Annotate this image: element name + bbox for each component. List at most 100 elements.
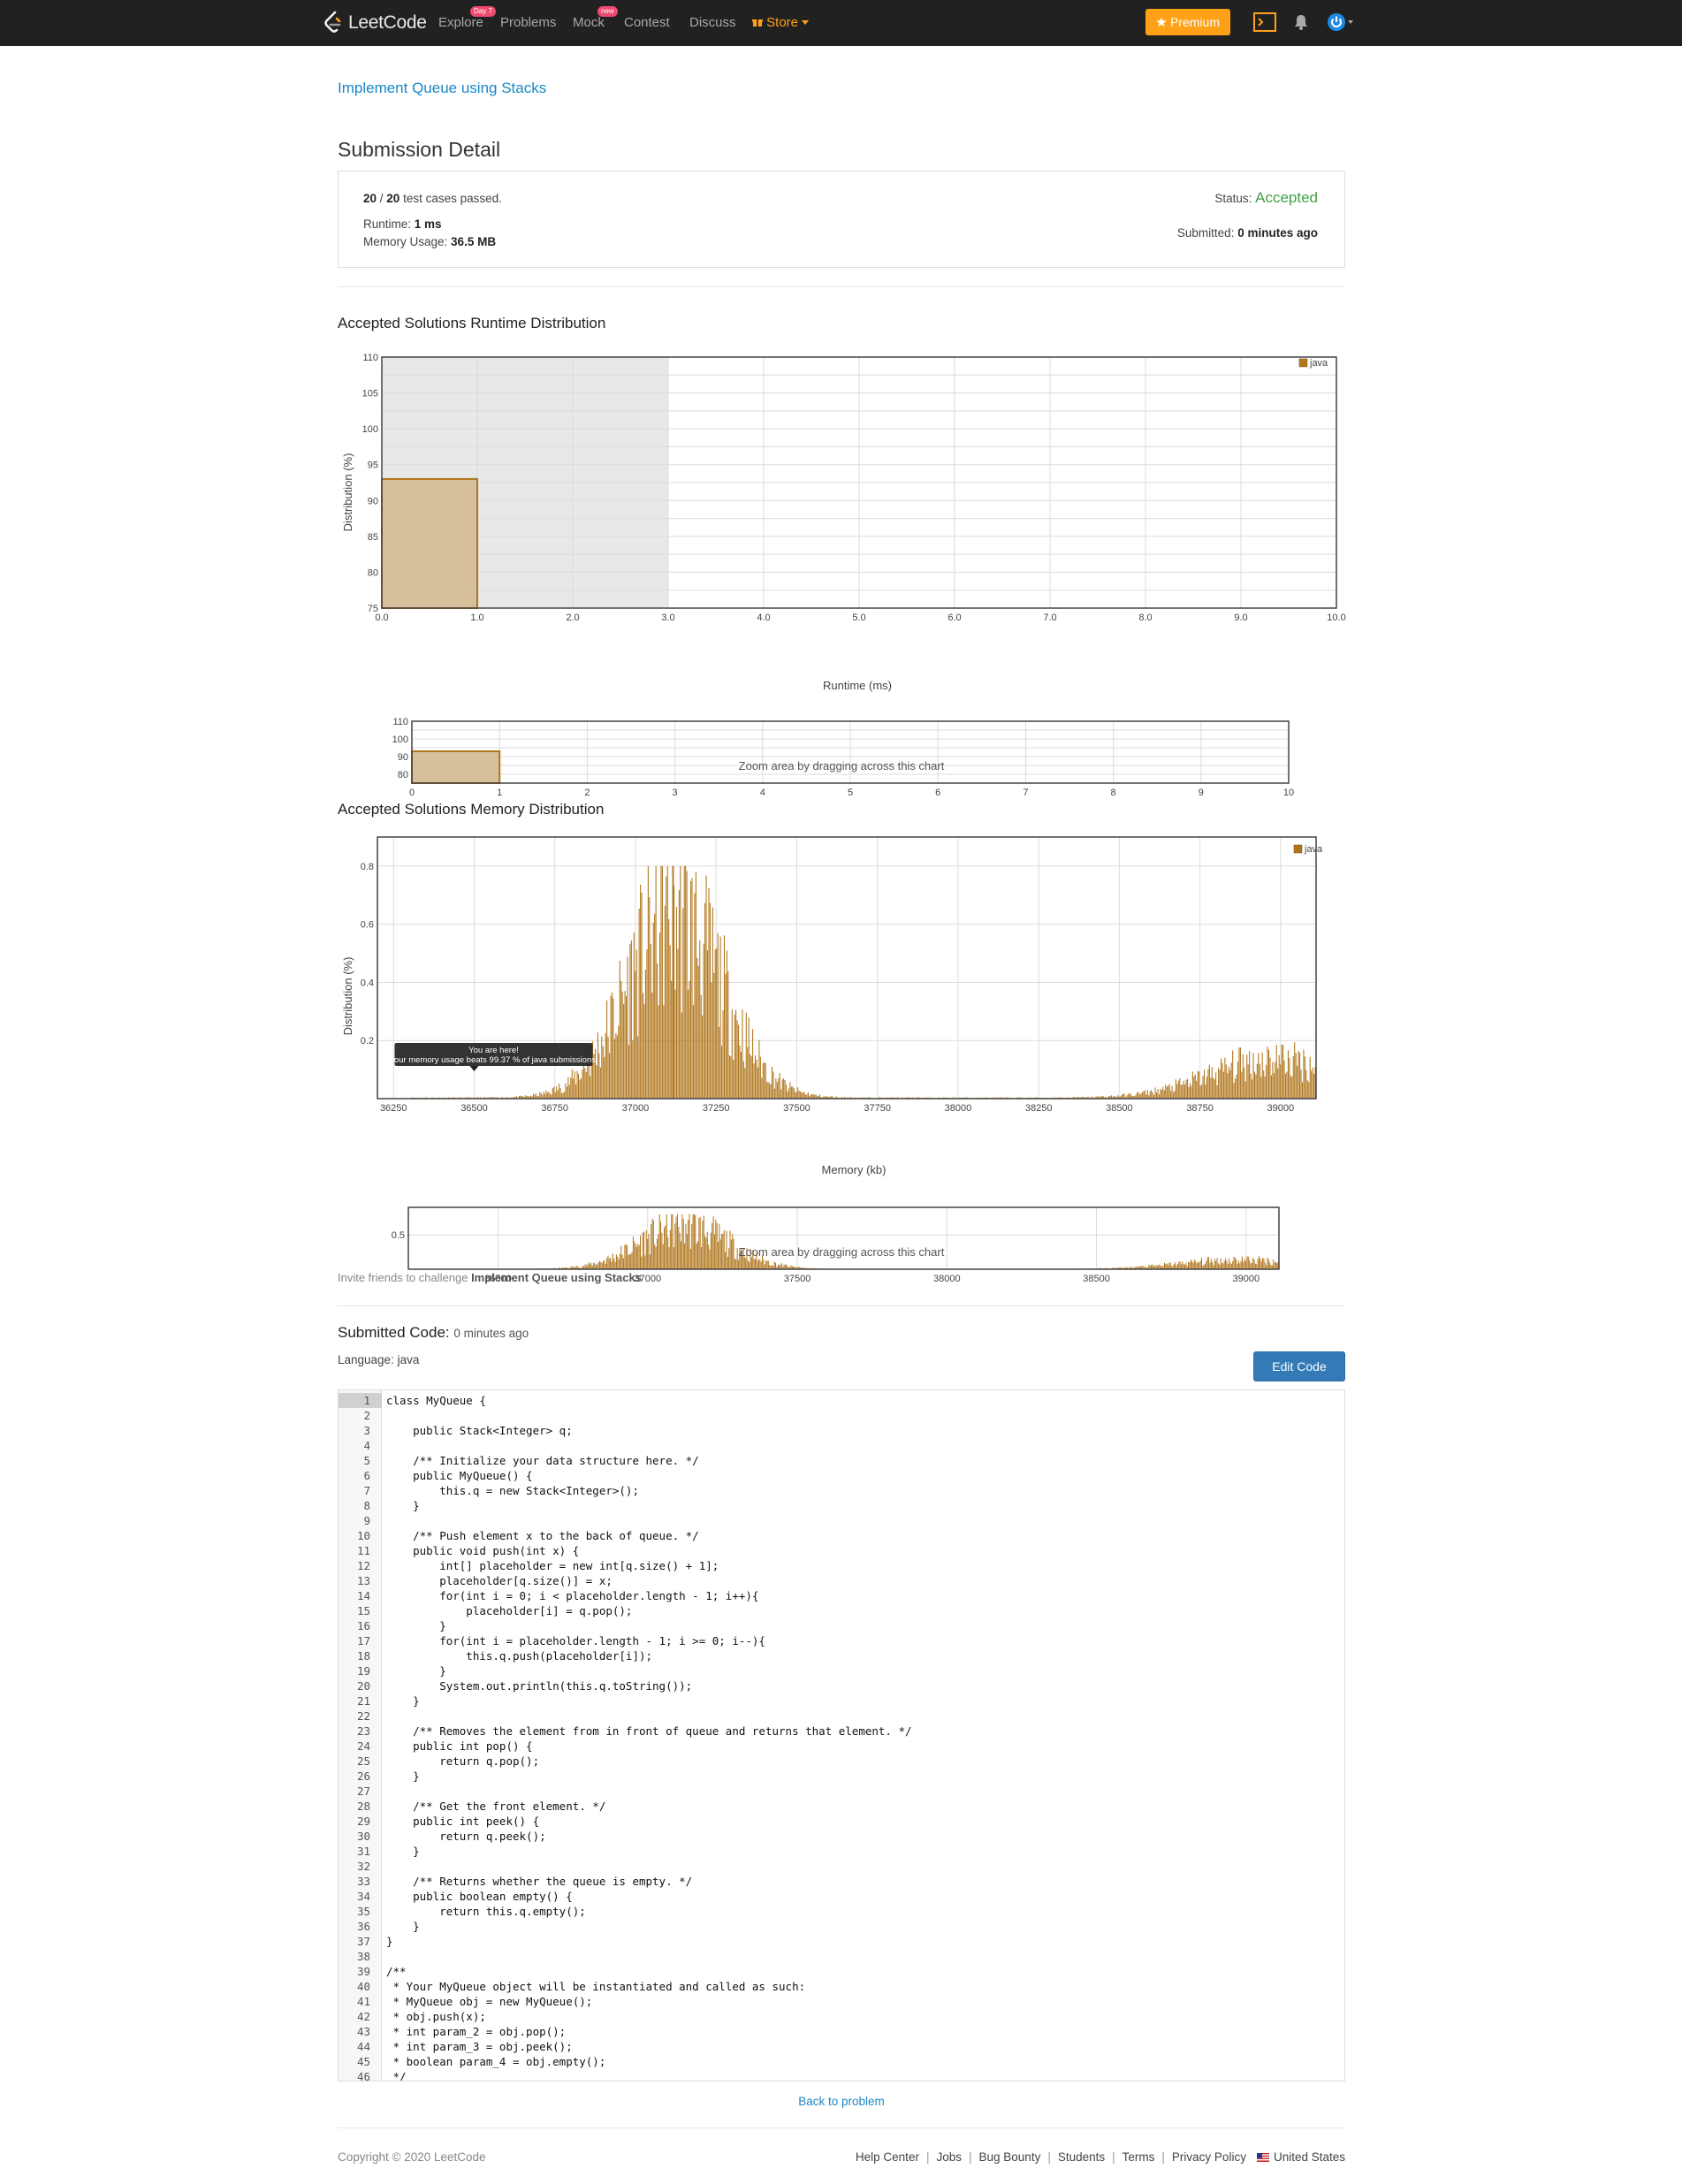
memory-bar	[1141, 1092, 1143, 1099]
memory-bar	[640, 885, 642, 1099]
x-tick-label: 9.0	[1234, 613, 1247, 623]
memory-bar	[716, 947, 718, 1099]
status-row: Status: Accepted	[1214, 189, 1318, 207]
line-number: 15	[356, 1604, 370, 1617]
memory-bar	[702, 1015, 704, 1099]
logo[interactable]: LeetCode	[322, 10, 427, 36]
memory-row: Memory Usage: 36.5 MB	[363, 235, 496, 248]
code-line: 37}	[339, 1934, 1344, 1949]
nav-explore[interactable]: Explore Day 7	[438, 6, 496, 30]
edit-code-button[interactable]: Edit Code	[1253, 1351, 1345, 1381]
memory-bar	[754, 1259, 756, 1269]
memory-bar	[1172, 1092, 1175, 1099]
code-line: 19 }	[339, 1663, 1344, 1678]
code-line: 39 /**	[339, 1964, 1344, 1979]
y-tick-label: 100	[362, 424, 378, 435]
memory-bar	[730, 1056, 732, 1099]
code-line: 33 /** Returns whether the queue is empt…	[339, 1874, 1344, 1889]
memory-bar	[801, 1092, 803, 1099]
memory-bar	[734, 1014, 735, 1099]
memory-bar	[756, 1059, 757, 1099]
memory-bar	[749, 1261, 750, 1269]
footer-link-jobs[interactable]: Jobs	[936, 2150, 962, 2164]
code-viewer[interactable]: 1 class MyQueue {2 3 public Stack<Integer>…	[338, 1389, 1345, 2081]
memory-bar	[1258, 1053, 1260, 1099]
code-line: 46 */	[339, 2069, 1344, 2081]
back-to-problem-link[interactable]: Back to problem	[338, 2095, 1345, 2108]
memory-bar	[735, 1009, 737, 1099]
memory-bar	[674, 989, 676, 1099]
memory-bar	[774, 1262, 776, 1269]
avatar-icon[interactable]	[1327, 12, 1355, 32]
problem-link[interactable]: Implement Queue using Stacks	[338, 80, 546, 97]
line-number: 8	[363, 1499, 370, 1512]
memory-bar	[588, 1262, 590, 1269]
mock-badge: new	[597, 6, 618, 17]
footer-link-terms[interactable]: Terms	[1123, 2150, 1155, 2164]
premium-button[interactable]: Premium	[1145, 9, 1230, 35]
footer-link-bug-bounty[interactable]: Bug Bounty	[979, 2150, 1041, 2164]
memory-bar	[1242, 1054, 1244, 1099]
code-text: for(int i = 0; i < placeholder.length - …	[386, 1589, 759, 1602]
nav-mock[interactable]: Mock new	[573, 6, 618, 30]
memory-bar	[646, 949, 648, 1099]
memory-bar	[750, 1056, 752, 1099]
playground-icon[interactable]	[1253, 12, 1276, 32]
x-tick-label: 4.0	[757, 613, 770, 623]
code-line: 18 this.q.push(placeholder[i]);	[339, 1648, 1344, 1663]
footer-link-students[interactable]: Students	[1058, 2150, 1105, 2164]
memory-bar	[549, 1093, 551, 1099]
y-tick-label: 75	[368, 604, 378, 614]
footer-region[interactable]: United States	[1274, 2150, 1345, 2164]
code-text: int[] placeholder = new int[q.size() + 1…	[386, 1559, 719, 1572]
runtime-distribution-chart[interactable]: 0.0 1.0 2.0 3.0 4.0 5.0 6.0 7.0 8.0 9.0 10.0758085…	[338, 346, 1346, 700]
memory-bar	[587, 1063, 589, 1099]
memory-bar	[677, 948, 679, 1099]
x-tick-label: 39000	[1267, 1103, 1295, 1114]
code-text: /** Get the front element. */	[386, 1800, 606, 1813]
nav-explore-label: Explore	[438, 15, 483, 30]
footer-link-privacy[interactable]: Privacy Policy	[1172, 2150, 1246, 2164]
memory-bar	[1222, 1071, 1224, 1099]
memory-bar	[766, 1082, 768, 1099]
line-number: 1	[339, 1393, 382, 1408]
memory-bar	[683, 865, 685, 1099]
memory-bar	[685, 865, 687, 1099]
footer-link-help-center[interactable]: Help Center	[856, 2150, 919, 2164]
code-text: * boolean param_4 = obj.empty();	[386, 2055, 606, 2068]
memory-bar	[539, 1092, 541, 1099]
nav-discuss[interactable]: Discuss	[689, 15, 736, 30]
memory-bar	[784, 1264, 786, 1269]
memory-bar	[1138, 1092, 1139, 1099]
nav-problems[interactable]: Problems	[500, 15, 556, 30]
memory-chart-container[interactable]: 36250 36500 36750 37000 37250 37500 37750 38000…	[338, 833, 1345, 1186]
legend-swatch	[1298, 358, 1308, 368]
line-number: 3	[363, 1424, 370, 1437]
memory-bar	[784, 1080, 786, 1099]
code-text: }	[386, 1935, 393, 1948]
memory-bar	[1237, 1263, 1238, 1269]
memory-bar	[721, 1046, 723, 1099]
premium-label: Premium	[1169, 15, 1220, 29]
memory-distribution-chart[interactable]: 36250 36500 36750 37000 37250 37500 37750 38000…	[338, 833, 1345, 1186]
bell-icon[interactable]	[1294, 14, 1308, 30]
code-text: this.q = new Stack<Integer>();	[386, 1484, 639, 1497]
memory-bar	[666, 865, 668, 1099]
nav-store[interactable]: Store	[752, 15, 810, 30]
x-tick-label: 3	[673, 788, 678, 798]
memory-bar	[1260, 1261, 1262, 1269]
line-number: 45	[356, 2055, 370, 2068]
x-tick-label: 6.0	[948, 613, 961, 623]
divider	[338, 286, 1345, 287]
line-number: 20	[356, 1679, 370, 1693]
memory-bar	[1202, 1076, 1204, 1099]
memory-bar	[812, 1093, 814, 1099]
memory-bar	[728, 1054, 730, 1099]
runtime-chart-container[interactable]: 0.0 1.0 2.0 3.0 4.0 5.0 6.0 7.0 8.0 9.0 10.0 75 80 85…	[338, 346, 1346, 700]
memory-bar	[1250, 1073, 1252, 1099]
memory-bar	[1267, 1046, 1268, 1099]
y-tick-label: 0.5	[392, 1230, 405, 1241]
invite-problem[interactable]: Implement Queue using Stacks	[471, 1271, 642, 1284]
footer-links: Help Center | Jobs | Bug Bounty | Students |…	[855, 2150, 1345, 2164]
nav-contest[interactable]: Contest	[624, 15, 670, 30]
